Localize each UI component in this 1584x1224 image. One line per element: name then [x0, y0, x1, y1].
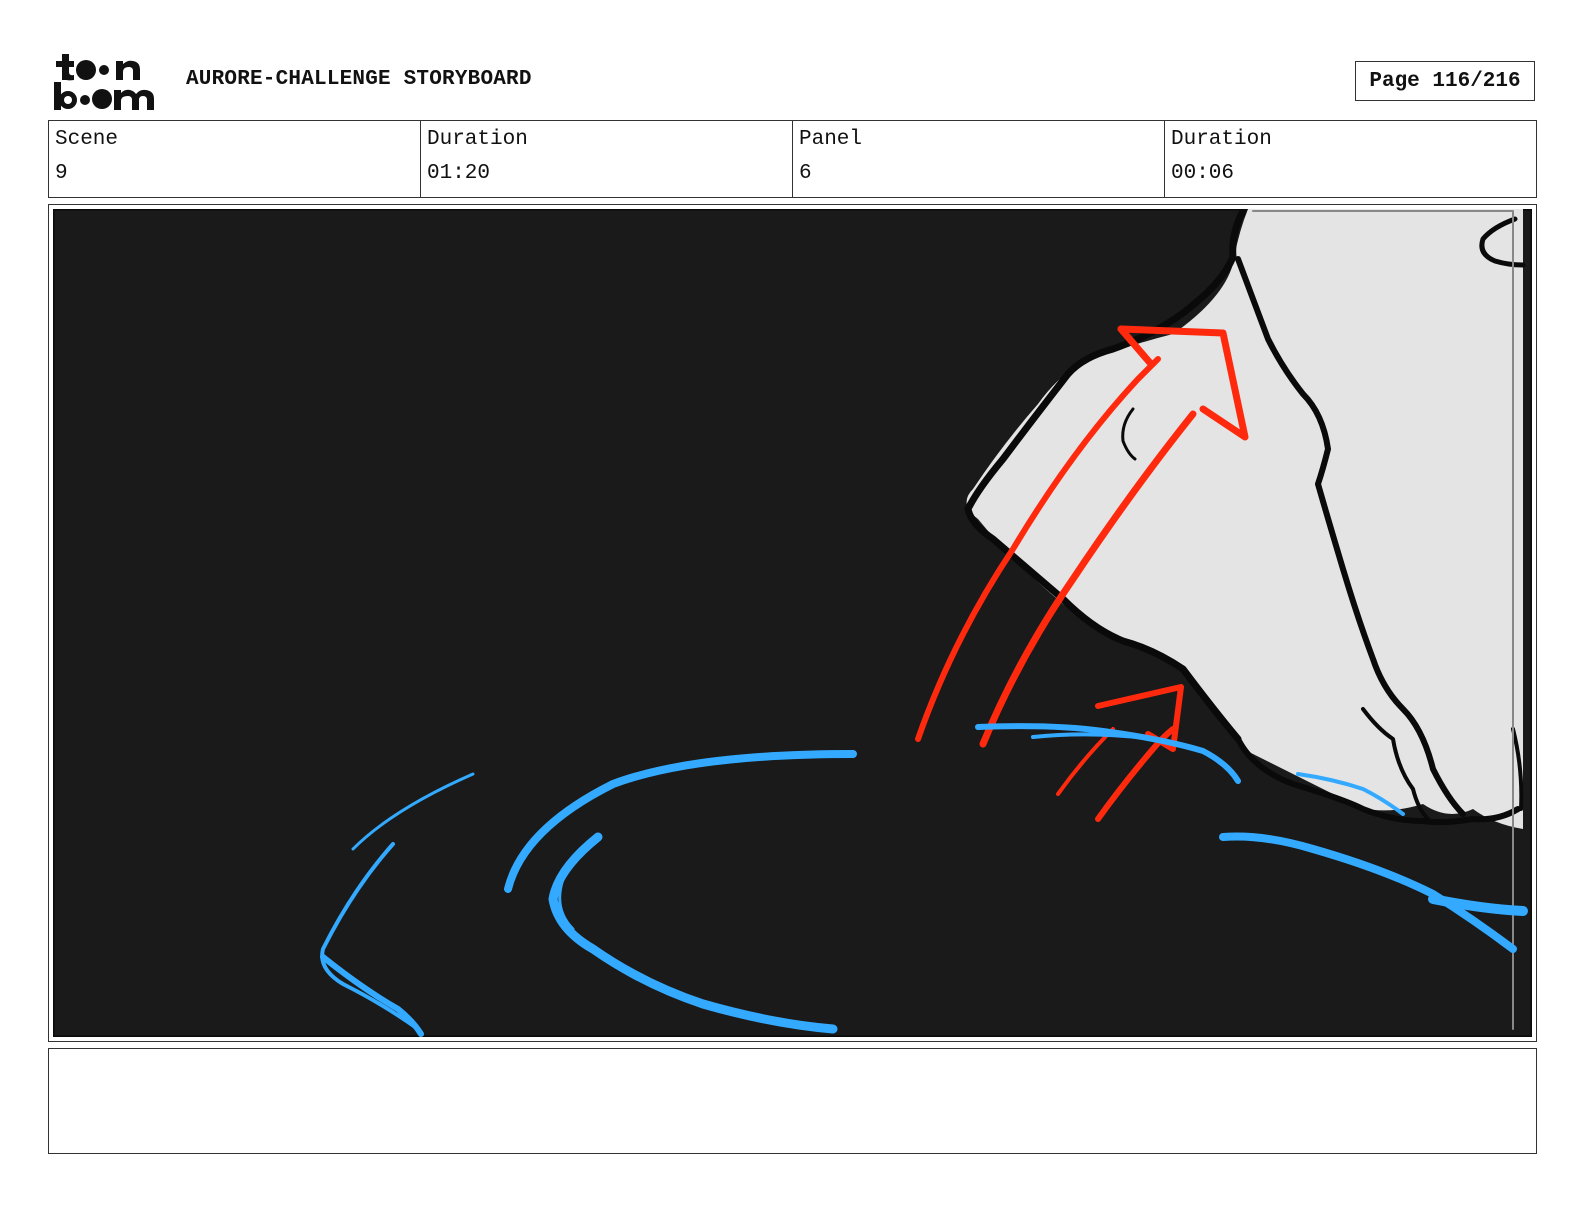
storyboard-panel-frame	[48, 204, 1537, 1042]
panel-value: 6	[799, 162, 812, 185]
page-indicator: Page 116/216	[1355, 61, 1535, 101]
scene-label: Scene	[55, 128, 119, 151]
scene-cell: Scene 9	[49, 121, 421, 197]
panel-label: Panel	[799, 128, 863, 151]
panel-drawing	[53, 209, 1532, 1037]
panel-duration-value: 00:06	[1171, 162, 1235, 185]
panel-notes-box	[48, 1048, 1537, 1154]
panel-duration-label: Duration	[1171, 128, 1272, 151]
panel-cell: Panel 6	[793, 121, 1165, 197]
storyboard-title: AURORE-CHALLENGE STORYBOARD	[186, 68, 532, 91]
scene-info-row: Scene 9 Duration 01:20 Panel 6 Duration …	[48, 120, 1537, 198]
panel-duration-cell: Duration 00:06	[1165, 121, 1536, 197]
scene-duration-cell: Duration 01:20	[421, 121, 793, 197]
scene-value: 9	[55, 162, 68, 185]
scene-duration-label: Duration	[427, 128, 528, 151]
scene-duration-value: 01:20	[427, 162, 491, 185]
toon-boom-logo	[54, 54, 154, 110]
